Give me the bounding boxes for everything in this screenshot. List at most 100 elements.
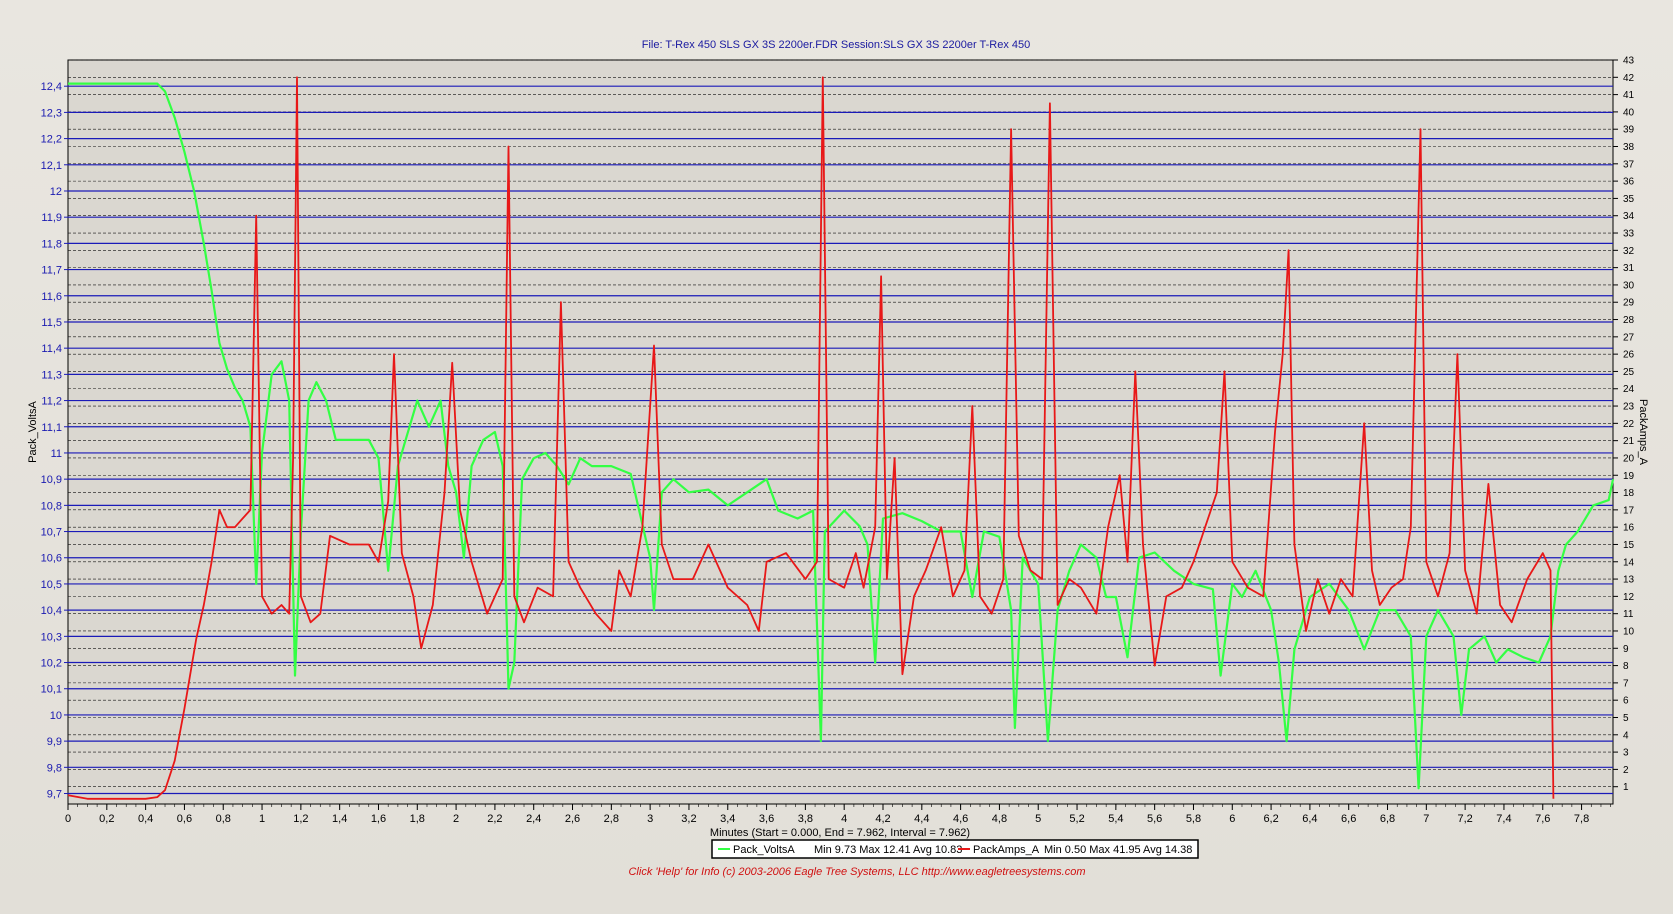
x-tick-label: 3,8 xyxy=(798,813,813,825)
chart-title: File: T-Rex 450 SLS GX 3S 2200er.FDR Ses… xyxy=(642,39,1030,51)
left-tick-label: 10,5 xyxy=(41,579,62,591)
legend: Pack_VoltsA Min 9.73 Max 12.41 Avg 10.83… xyxy=(711,839,1199,859)
x-tick-label: 2,8 xyxy=(604,813,619,825)
left-tick-label: 10,1 xyxy=(41,684,62,696)
left-tick-label: 10,8 xyxy=(41,500,62,512)
x-tick-label: 0,6 xyxy=(177,813,192,825)
right-tick-label: 14 xyxy=(1623,557,1635,568)
left-tick-label: 9,9 xyxy=(47,736,62,748)
right-tick-label: 19 xyxy=(1623,471,1635,482)
right-tick-label: 13 xyxy=(1623,575,1635,586)
x-tick-label: 7,4 xyxy=(1496,813,1511,825)
left-tick-label: 11,7 xyxy=(41,265,62,277)
right-tick-label: 33 xyxy=(1623,229,1635,240)
x-tick-label: 7 xyxy=(1423,813,1429,825)
x-tick-label: 7,8 xyxy=(1574,813,1589,825)
x-tick-label: 1,4 xyxy=(332,813,347,825)
right-tick-label: 40 xyxy=(1623,107,1635,118)
left-tick-label: 12,1 xyxy=(41,160,62,172)
right-tick-label: 32 xyxy=(1623,246,1635,257)
right-tick-label: 38 xyxy=(1623,142,1635,153)
right-tick-label: 16 xyxy=(1623,523,1635,534)
left-tick-label: 11,1 xyxy=(41,422,62,434)
left-tick-label: 9,7 xyxy=(47,789,62,801)
legend-name-amps: PackAmps_A xyxy=(973,844,1040,856)
right-tick-label: 29 xyxy=(1623,298,1635,309)
right-tick-label: 3 xyxy=(1623,748,1629,759)
right-tick-label: 10 xyxy=(1623,626,1635,637)
x-tick-label: 0 xyxy=(65,813,71,825)
x-axis-label: Minutes (Start = 0.000, End = 7.962, Int… xyxy=(710,827,970,839)
right-tick-label: 7 xyxy=(1623,678,1629,689)
x-tick-label: 6 xyxy=(1229,813,1235,825)
x-tick-label: 5,2 xyxy=(1069,813,1084,825)
x-tick-label: 7,6 xyxy=(1535,813,1550,825)
right-tick-label: 35 xyxy=(1623,194,1635,205)
x-tick-label: 7,2 xyxy=(1457,813,1472,825)
right-tick-label: 1 xyxy=(1623,782,1629,793)
left-tick-label: 11,9 xyxy=(41,212,62,224)
x-tick-label: 2,6 xyxy=(565,813,580,825)
footer-credit: Click 'Help' for Info (c) 2003-2006 Eagl… xyxy=(628,866,1085,878)
x-tick-label: 0,4 xyxy=(138,813,153,825)
right-tick-label: 27 xyxy=(1623,332,1635,343)
x-tick-label: 6,6 xyxy=(1341,813,1356,825)
right-tick-label: 5 xyxy=(1623,713,1629,724)
right-tick-label: 22 xyxy=(1623,419,1635,430)
x-tick-label: 6,8 xyxy=(1380,813,1395,825)
x-tick-label: 3 xyxy=(647,813,653,825)
right-tick-label: 2 xyxy=(1623,765,1629,776)
right-tick-label: 9 xyxy=(1623,644,1629,655)
x-tick-label: 3,6 xyxy=(759,813,774,825)
right-tick-label: 20 xyxy=(1623,453,1635,464)
right-tick-label: 21 xyxy=(1623,436,1635,447)
x-tick-label: 1,8 xyxy=(410,813,425,825)
x-tick-label: 6,4 xyxy=(1302,813,1317,825)
left-tick-label: 11,2 xyxy=(41,396,62,408)
left-tick-label: 12,2 xyxy=(41,134,62,146)
right-tick-label: 4 xyxy=(1623,730,1629,741)
x-tick-label: 6,2 xyxy=(1263,813,1278,825)
x-tick-label: 5,8 xyxy=(1186,813,1201,825)
right-tick-label: 26 xyxy=(1623,350,1635,361)
right-tick-label: 43 xyxy=(1623,56,1635,67)
left-tick-label: 10,3 xyxy=(41,631,62,643)
x-tick-label: 4,6 xyxy=(953,813,968,825)
x-tick-label: 0,8 xyxy=(216,813,231,825)
left-tick-label: 11,3 xyxy=(41,369,62,381)
left-tick-label: 12,3 xyxy=(41,107,62,119)
x-tick-label: 5,4 xyxy=(1108,813,1123,825)
right-tick-label: 37 xyxy=(1623,159,1635,170)
left-tick-label: 11,4 xyxy=(41,343,62,355)
x-tick-label: 0,2 xyxy=(99,813,114,825)
left-tick-label: 10,6 xyxy=(41,553,62,565)
left-tick-label: 11 xyxy=(51,448,62,460)
right-y-axis-ticks: 4342414039383736353433323130292827262524… xyxy=(1613,56,1635,793)
x-tick-label: 5 xyxy=(1035,813,1041,825)
x-tick-label: 4 xyxy=(841,813,847,825)
right-tick-label: 41 xyxy=(1623,90,1635,101)
right-tick-label: 12 xyxy=(1623,592,1635,603)
right-tick-label: 11 xyxy=(1623,609,1634,620)
right-tick-label: 25 xyxy=(1623,367,1635,378)
x-tick-label: 3,4 xyxy=(720,813,735,825)
left-tick-label: 10,2 xyxy=(41,658,62,670)
x-tick-label: 1,6 xyxy=(371,813,386,825)
left-tick-label: 9,8 xyxy=(47,762,62,774)
x-tick-label: 4,2 xyxy=(875,813,890,825)
x-tick-label: 2 xyxy=(453,813,459,825)
left-tick-label: 11,6 xyxy=(41,291,62,303)
chart-canvas: File: T-Rex 450 SLS GX 3S 2200er.FDR Ses… xyxy=(27,39,1649,878)
right-tick-label: 34 xyxy=(1623,211,1635,222)
right-tick-label: 39 xyxy=(1623,125,1635,136)
left-tick-label: 10,4 xyxy=(41,605,62,617)
right-tick-label: 30 xyxy=(1623,280,1635,291)
right-tick-label: 28 xyxy=(1623,315,1635,326)
x-tick-label: 3,2 xyxy=(681,813,696,825)
right-tick-label: 15 xyxy=(1623,540,1635,551)
x-tick-label: 1 xyxy=(259,813,265,825)
right-tick-label: 42 xyxy=(1623,73,1635,84)
right-tick-label: 36 xyxy=(1623,177,1635,188)
legend-stats-volts: Min 9.73 Max 12.41 Avg 10.83 xyxy=(814,844,962,856)
y-axis-left-label: Pack_VoltsA xyxy=(27,400,39,462)
